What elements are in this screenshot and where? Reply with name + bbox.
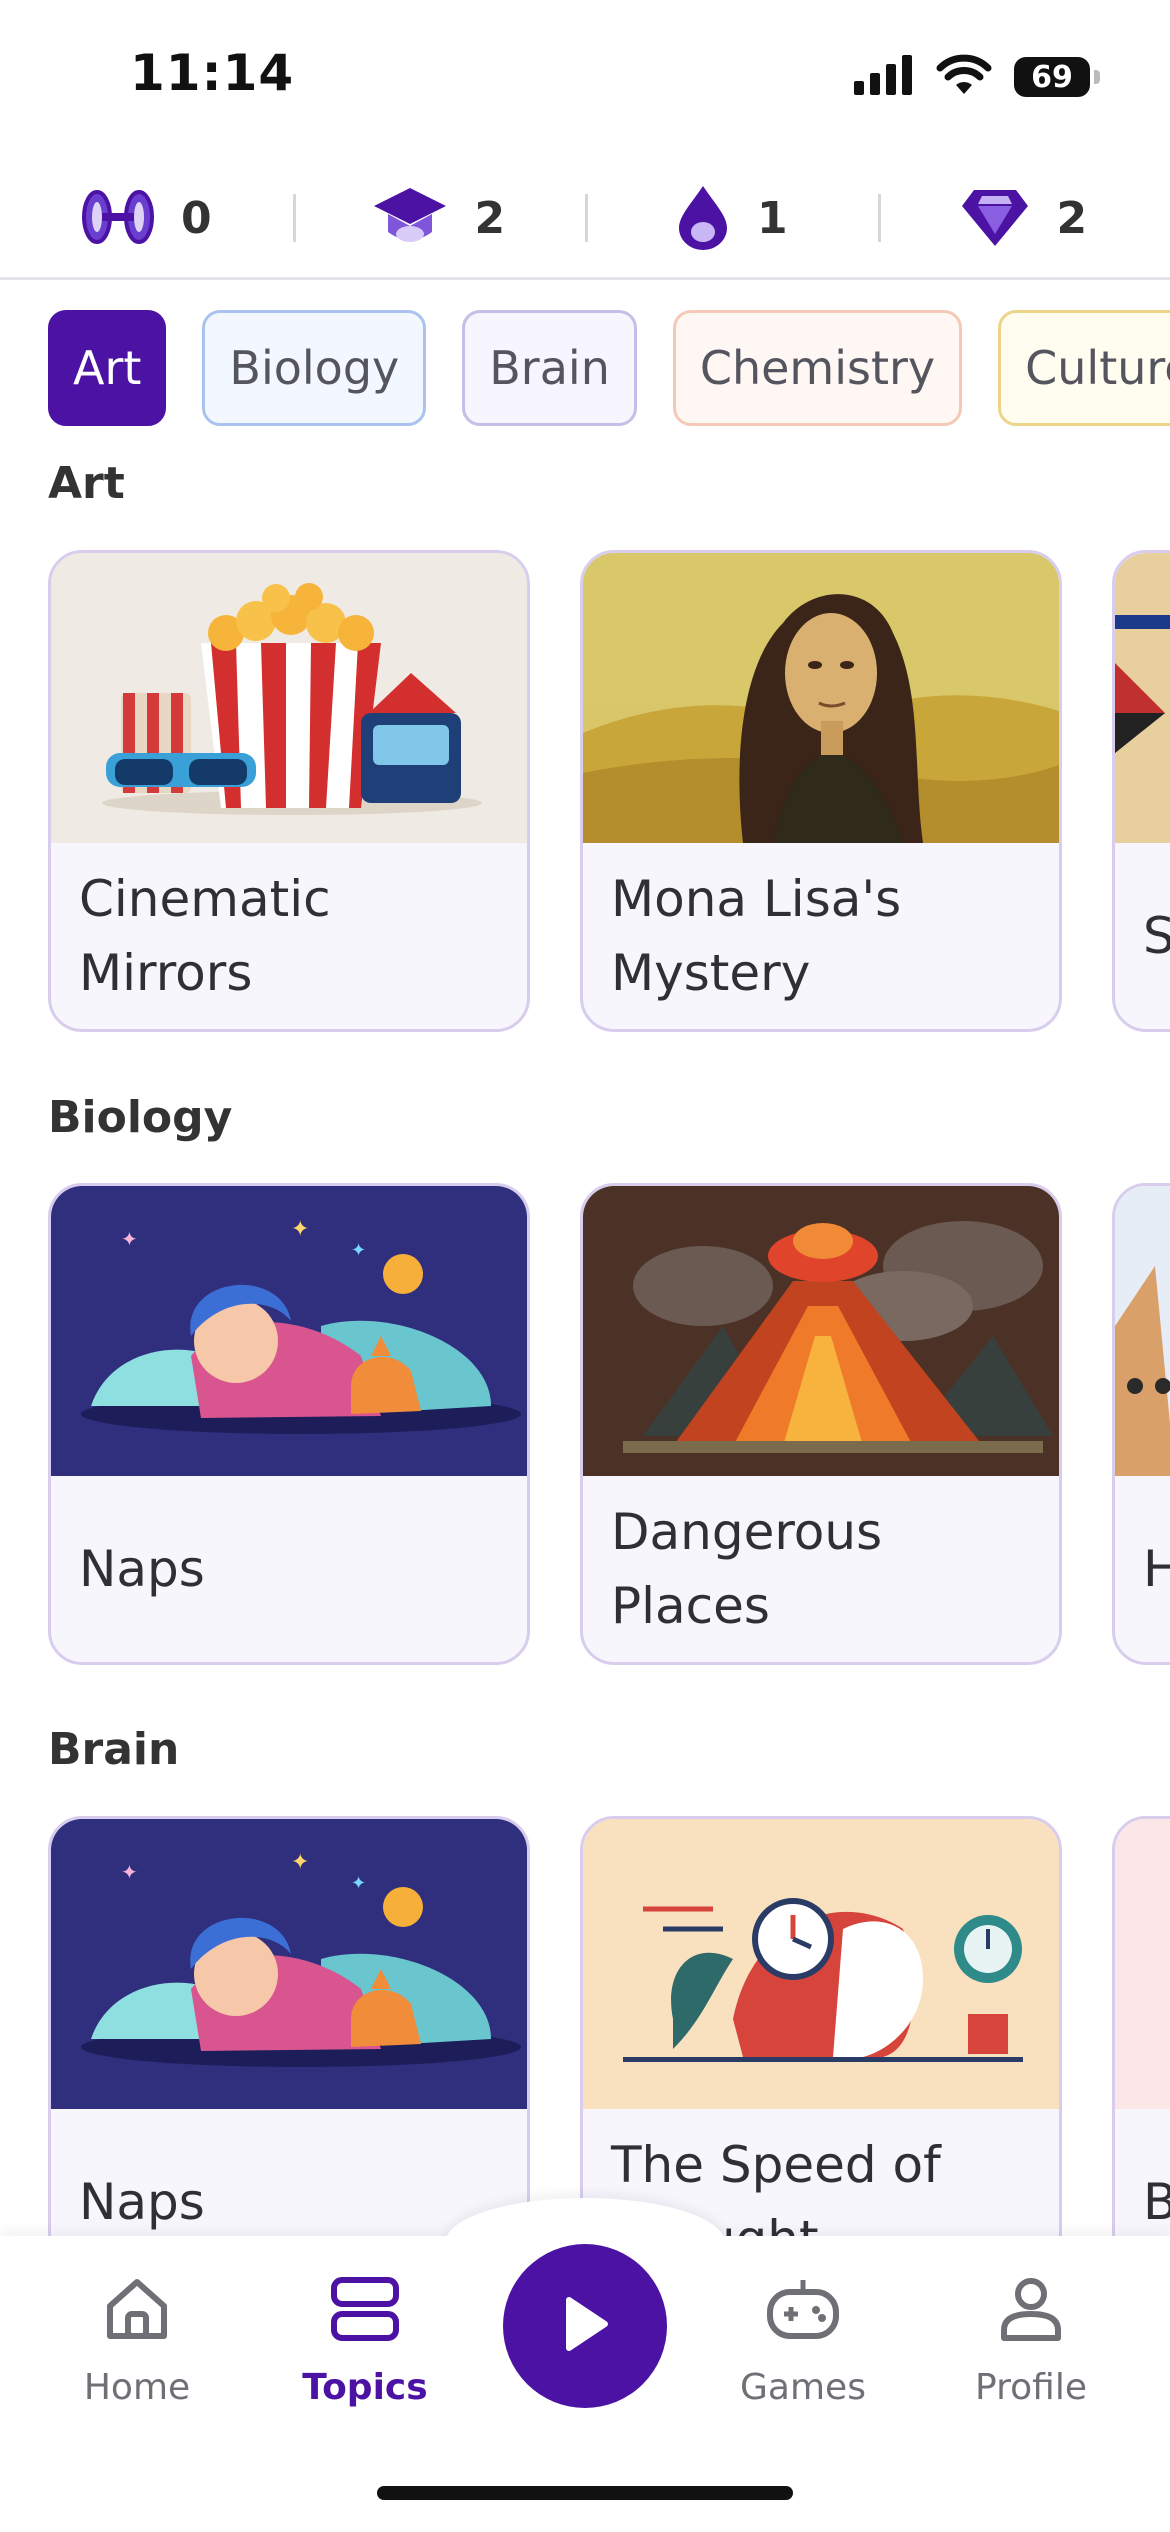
brain-peek-image (1115, 1819, 1170, 2109)
chip-art[interactable]: Art (48, 310, 167, 426)
nav-games-label: Games (740, 2367, 866, 2408)
topics-icon (328, 2274, 402, 2353)
svg-text:✦: ✦ (351, 1873, 366, 1894)
stat-lessons[interactable]: 2 (292, 160, 586, 277)
status-icons: 69 (854, 54, 1100, 100)
section-title-biology: Biology (48, 1092, 233, 1143)
chip-culture[interactable]: Culture (998, 310, 1170, 426)
stat-streak-value: 0 (180, 193, 212, 244)
svg-text:✦: ✦ (121, 1860, 138, 1884)
card-title: Dangerous Places (611, 1503, 883, 1635)
nav-profile[interactable]: Profile (941, 2274, 1121, 2408)
nav-topics[interactable]: Topics (275, 2274, 455, 2408)
stats-bar: 0 2 1 2 (0, 160, 1170, 280)
stat-gems-value: 2 (1056, 193, 1088, 244)
nav-home[interactable]: Home (47, 2274, 227, 2408)
streak-icon (81, 188, 155, 250)
nav-topics-label: Topics (302, 2367, 428, 2408)
stat-streak[interactable]: 0 (0, 160, 293, 277)
card-row-biology: ✦ ✦ ✦ Naps Dangerous Places (48, 1183, 1170, 1665)
section-title-brain: Brain (48, 1724, 180, 1775)
play-button[interactable] (503, 2244, 667, 2408)
stat-drops[interactable]: 1 (585, 160, 878, 277)
card-title: Cinematic Mirrors (79, 870, 331, 1002)
signal-icon (854, 55, 914, 99)
play-icon (555, 2292, 615, 2360)
speed-thought-image (583, 1819, 1059, 2109)
gamepad-icon (764, 2274, 842, 2353)
chip-biology[interactable]: Biology (202, 310, 427, 426)
svg-text:✦: ✦ (351, 1240, 366, 1261)
svg-text:✦: ✦ (291, 1217, 309, 1242)
section-title-art: Art (48, 458, 125, 509)
home-icon (102, 2274, 172, 2353)
profile-icon (996, 2274, 1066, 2353)
stat-lessons-value: 2 (474, 193, 506, 244)
diamond-icon (960, 186, 1030, 252)
sleeping-child-image: ✦ ✦ ✦ (51, 1819, 527, 2109)
drop-icon (675, 184, 731, 254)
nav-profile-label: Profile (975, 2367, 1087, 2408)
topic-card[interactable]: H (1112, 1183, 1170, 1665)
card-title: S R (1115, 843, 1170, 1029)
nav-home-label: Home (83, 2367, 191, 2408)
topic-card[interactable]: Dangerous Places (580, 1183, 1062, 1665)
svg-text:✦: ✦ (291, 1850, 309, 1875)
biology-peek-image (1115, 1186, 1170, 1476)
card-row-art: Cinematic Mirrors Mona Lisa's Mystery (48, 550, 1170, 1032)
topic-card[interactable]: S R (1112, 550, 1170, 1032)
category-chips: Art Biology Brain Chemistry Culture (48, 310, 1170, 426)
svg-text:✦: ✦ (121, 1227, 138, 1251)
sleeping-child-image: ✦ ✦ ✦ (51, 1186, 527, 1476)
battery-icon: 69 (1014, 57, 1100, 97)
volcano-image (583, 1186, 1059, 1476)
wifi-icon (936, 54, 992, 100)
topic-card[interactable]: Mona Lisa's Mystery (580, 550, 1062, 1032)
battery-level: 69 (1031, 59, 1073, 95)
card-title: H (1115, 1476, 1170, 1662)
status-bar: 11:14 69 (0, 0, 1170, 150)
card-title: Naps (79, 1540, 205, 1598)
art-peek-image (1115, 553, 1170, 843)
stat-gems[interactable]: 2 (877, 160, 1170, 277)
status-time: 11:14 (130, 44, 295, 102)
home-indicator[interactable] (377, 2486, 793, 2500)
popcorn-image (51, 553, 527, 843)
mona-lisa-image (583, 553, 1059, 843)
graduation-cap-icon (372, 186, 448, 252)
topic-card[interactable]: Cinematic Mirrors (48, 550, 530, 1032)
chip-brain[interactable]: Brain (462, 310, 637, 426)
topic-card[interactable]: ✦ ✦ ✦ Naps (48, 1183, 530, 1665)
chip-chemistry[interactable]: Chemistry (672, 310, 963, 426)
card-title: Mona Lisa's Mystery (611, 870, 902, 1002)
stat-drops-value: 1 (756, 193, 788, 244)
nav-games[interactable]: Games (713, 2274, 893, 2408)
topic-card[interactable]: B (1112, 1816, 1170, 2298)
topics-screen: 11:14 69 0 2 1 2 Art Biology Brain Chemi… (0, 0, 1170, 2532)
